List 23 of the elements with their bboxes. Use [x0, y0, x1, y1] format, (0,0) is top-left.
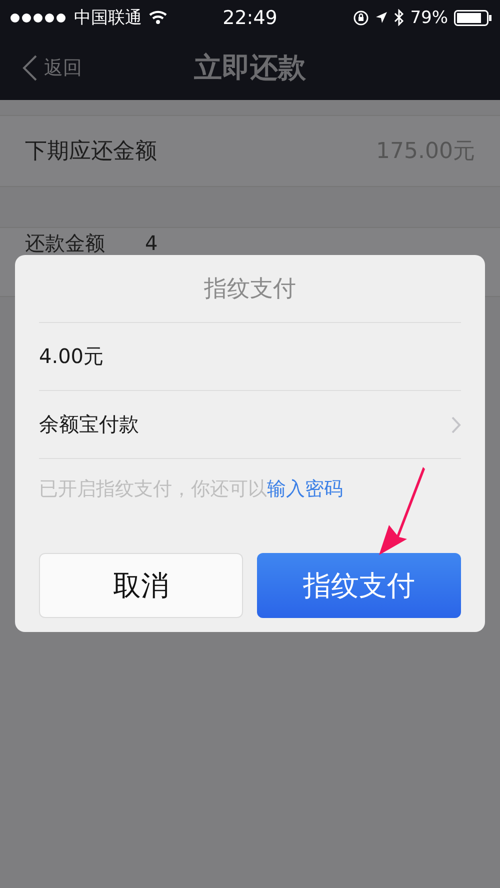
pay-button[interactable]: 指纹支付: [257, 553, 461, 618]
dialog-title: 指纹支付: [39, 255, 461, 323]
cancel-button[interactable]: 取消: [39, 553, 243, 618]
page-title: 立即还款: [193, 50, 307, 86]
payment-amount: 4.00元: [39, 343, 104, 370]
carrier-name: 中国联通: [74, 7, 142, 29]
location-icon: [375, 11, 388, 24]
chevron-right-icon: [451, 416, 461, 434]
back-button[interactable]: 返回: [0, 54, 82, 80]
row-value: 4: [145, 232, 158, 254]
wifi-icon: [148, 10, 168, 25]
bluetooth-icon: [394, 9, 404, 26]
battery-percent: 79%: [410, 8, 448, 28]
battery-icon: [454, 10, 492, 26]
rotation-lock-icon: [353, 10, 370, 26]
chevron-left-icon: [22, 54, 38, 80]
row-label: 下期应还金额: [25, 138, 157, 166]
status-time: 22:49: [222, 6, 278, 28]
signal-icon: [10, 12, 68, 22]
payment-method: 余额宝付款: [39, 411, 139, 438]
payment-method-row[interactable]: 余额宝付款: [39, 391, 461, 459]
password-link[interactable]: 输入密码: [267, 478, 343, 500]
row-label: 还款金额: [25, 232, 105, 254]
